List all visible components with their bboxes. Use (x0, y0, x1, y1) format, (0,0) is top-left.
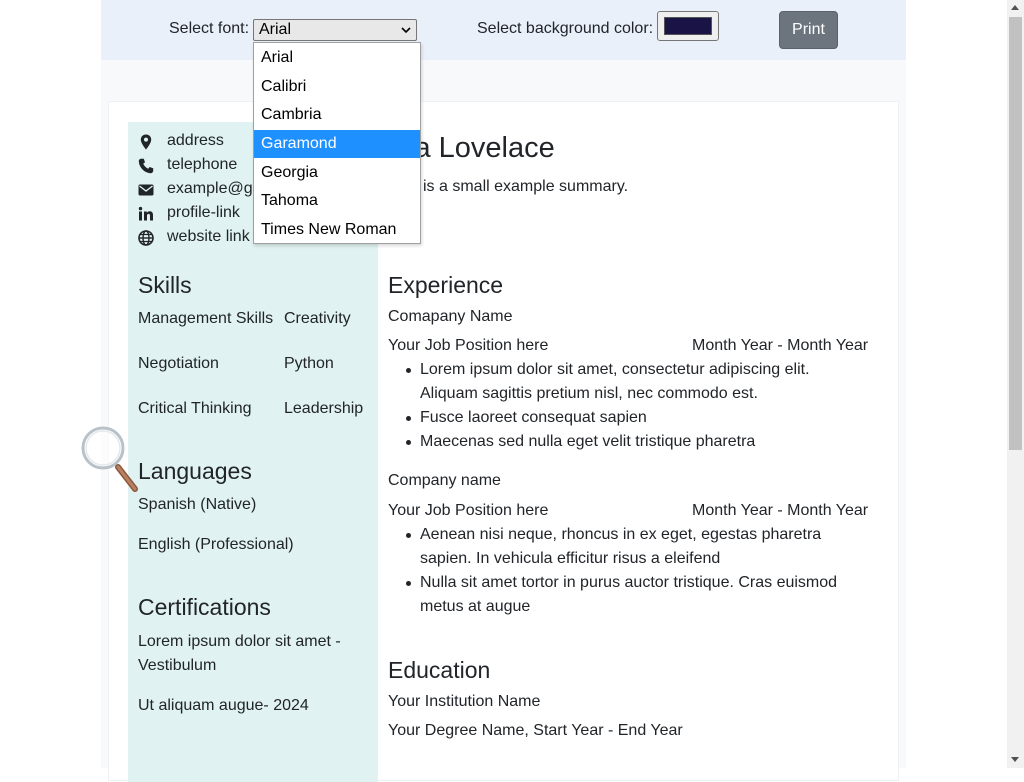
languages-heading: Languages (138, 458, 252, 484)
font-select-label: Select font: (169, 20, 250, 37)
scroll-up-icon[interactable] (1011, 5, 1019, 10)
contact-address-text: address (167, 132, 224, 149)
degree-name: Your Degree Name, Start Year - End Year (388, 722, 683, 739)
font-option-times-new-roman[interactable]: Times New Roman (254, 216, 420, 244)
job-dates: Month Year - Month Year (692, 502, 869, 519)
job-bullet: Aenean nisi neque, rhoncus in ex eget, e… (388, 523, 840, 571)
bg-color-picker[interactable] (657, 11, 719, 41)
font-select-value: Arial (259, 21, 292, 38)
scrollbar-thumb[interactable] (1009, 17, 1022, 450)
skill-item: Management Skills (138, 310, 274, 327)
certification-item: Lorem ipsum dolor sit amet - (138, 633, 341, 650)
job-bullet: Lorem ipsum dolor sit amet, consectetur … (388, 358, 840, 406)
resume-name: la Lovelace (408, 132, 555, 164)
skill-item: Critical Thinking (138, 400, 252, 417)
font-dropdown: Arial Calibri Cambria Garamond Georgia T… (253, 42, 421, 244)
location-pin-icon (140, 134, 152, 150)
certifications-heading: Certifications (138, 594, 271, 620)
job-position: Your Job Position here (388, 337, 549, 354)
skill-item: Python (284, 355, 334, 372)
magnifier-icon (81, 426, 138, 492)
skill-item: Creativity (284, 310, 351, 327)
institution-name: Your Institution Name (388, 693, 541, 710)
job-bullets: Lorem ipsum dolor sit amet, consectetur … (388, 358, 840, 454)
font-option-georgia[interactable]: Georgia (254, 159, 420, 187)
job-bullets: Aenean nisi neque, rhoncus in ex eget, e… (388, 523, 840, 619)
contact-email-text: example@g (167, 180, 253, 197)
language-item: Spanish (Native) (138, 496, 257, 513)
resume-summary: is a small example summary. (423, 178, 629, 195)
job-bullet: Maecenas sed nulla eget velit tristique … (388, 430, 840, 454)
globe-icon (138, 230, 154, 246)
company-name: Company name (388, 472, 501, 489)
certification-item: Vestibulum (138, 657, 217, 674)
skill-item: Leadership (284, 400, 364, 417)
font-select[interactable]: Arial (253, 19, 417, 41)
font-option-tahoma[interactable]: Tahoma (254, 187, 420, 215)
phone-icon (138, 158, 154, 174)
bg-color-label: Select background color: (477, 20, 654, 37)
job-position: Your Job Position here (388, 502, 549, 519)
job-bullet: Nulla sit amet tortor in purus auctor tr… (388, 571, 840, 619)
language-item: English (Professional) (138, 536, 294, 553)
scroll-down-icon[interactable] (1011, 757, 1019, 762)
contact-website-text: website link (167, 228, 250, 245)
linkedin-icon (138, 206, 153, 221)
experience-heading: Experience (388, 272, 504, 298)
font-option-garamond[interactable]: Garamond (254, 130, 420, 158)
font-option-cambria[interactable]: Cambria (254, 101, 420, 129)
contact-telephone-text: telephone (167, 156, 238, 173)
skills-heading: Skills (138, 272, 192, 298)
page-scrollbar[interactable] (1007, 0, 1024, 768)
company-name: Comapany Name (388, 308, 513, 325)
job-dates: Month Year - Month Year (692, 337, 869, 354)
font-option-arial[interactable]: Arial (254, 44, 420, 72)
skill-item: Negotiation (138, 355, 219, 372)
certification-item: Ut aliquam augue- 2024 (138, 697, 309, 714)
job-bullet: Fusce laoreet consequat sapien (388, 406, 840, 430)
envelope-icon (138, 184, 154, 196)
education-heading: Education (388, 657, 491, 683)
color-swatch (664, 17, 712, 35)
font-option-calibri[interactable]: Calibri (254, 73, 420, 101)
print-button[interactable]: Print (779, 11, 838, 49)
chevron-down-icon (401, 27, 411, 34)
contact-profile-text: profile-link (167, 204, 240, 221)
